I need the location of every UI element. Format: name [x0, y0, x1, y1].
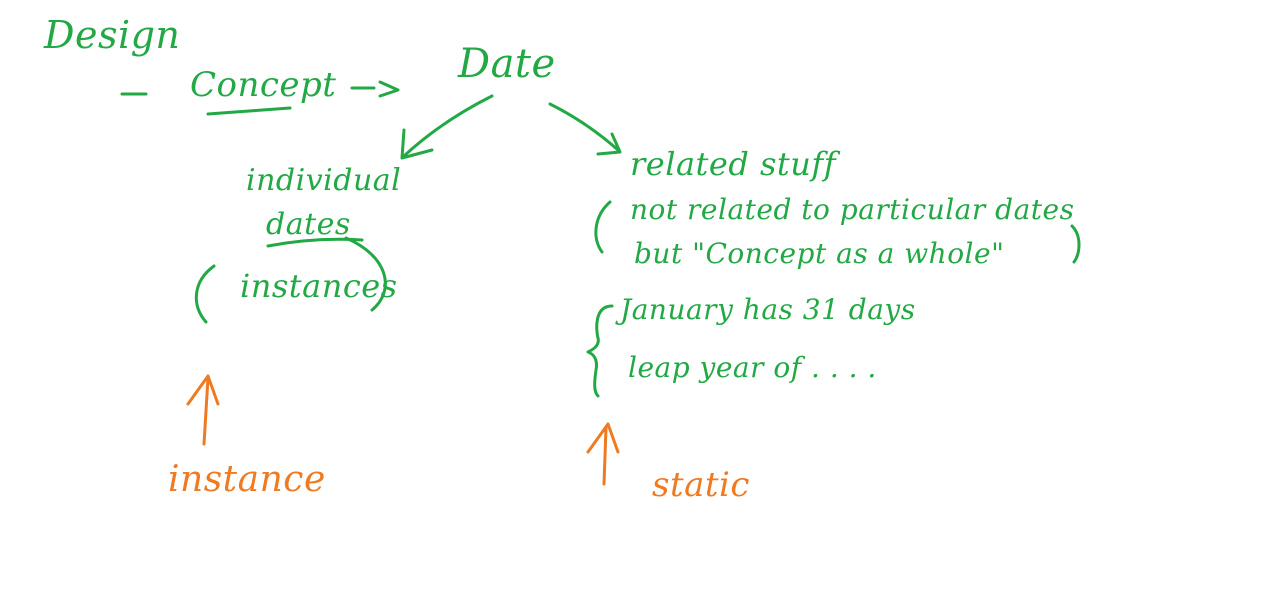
- arrow-to-related-stuff: [548, 102, 620, 152]
- whiteboard-canvas: Design Concept Date individual dates ins…: [0, 0, 1268, 590]
- individual-label: individual: [246, 163, 402, 198]
- arrow-to-individual-dates: [402, 94, 494, 158]
- january-example: January has 31 days: [620, 293, 916, 326]
- leap-year-example: leap year of . . . .: [628, 351, 877, 384]
- related-close-paren: [1070, 224, 1081, 264]
- static-annotation: static: [652, 465, 750, 505]
- related-stuff-label: related stuff: [630, 145, 837, 183]
- concept-underline: [206, 106, 292, 116]
- static-up-arrow: [586, 422, 620, 486]
- not-related-note: not related to particular dates: [630, 193, 1075, 226]
- instance-up-arrow: [186, 374, 220, 446]
- concept-label: Concept: [190, 65, 337, 105]
- examples-brace: [586, 304, 614, 398]
- instance-annotation: instance: [168, 459, 326, 500]
- dates-label: dates: [266, 207, 351, 242]
- concept-to-date-arrow: [350, 80, 400, 98]
- concept-as-whole-note: but "Concept as a whole": [634, 237, 1005, 270]
- instances-label: instances: [240, 267, 398, 305]
- date-label: Date: [458, 41, 556, 87]
- related-open-paren: [594, 200, 612, 254]
- diagram-title: Design: [44, 13, 181, 57]
- instances-open-paren: [194, 264, 216, 324]
